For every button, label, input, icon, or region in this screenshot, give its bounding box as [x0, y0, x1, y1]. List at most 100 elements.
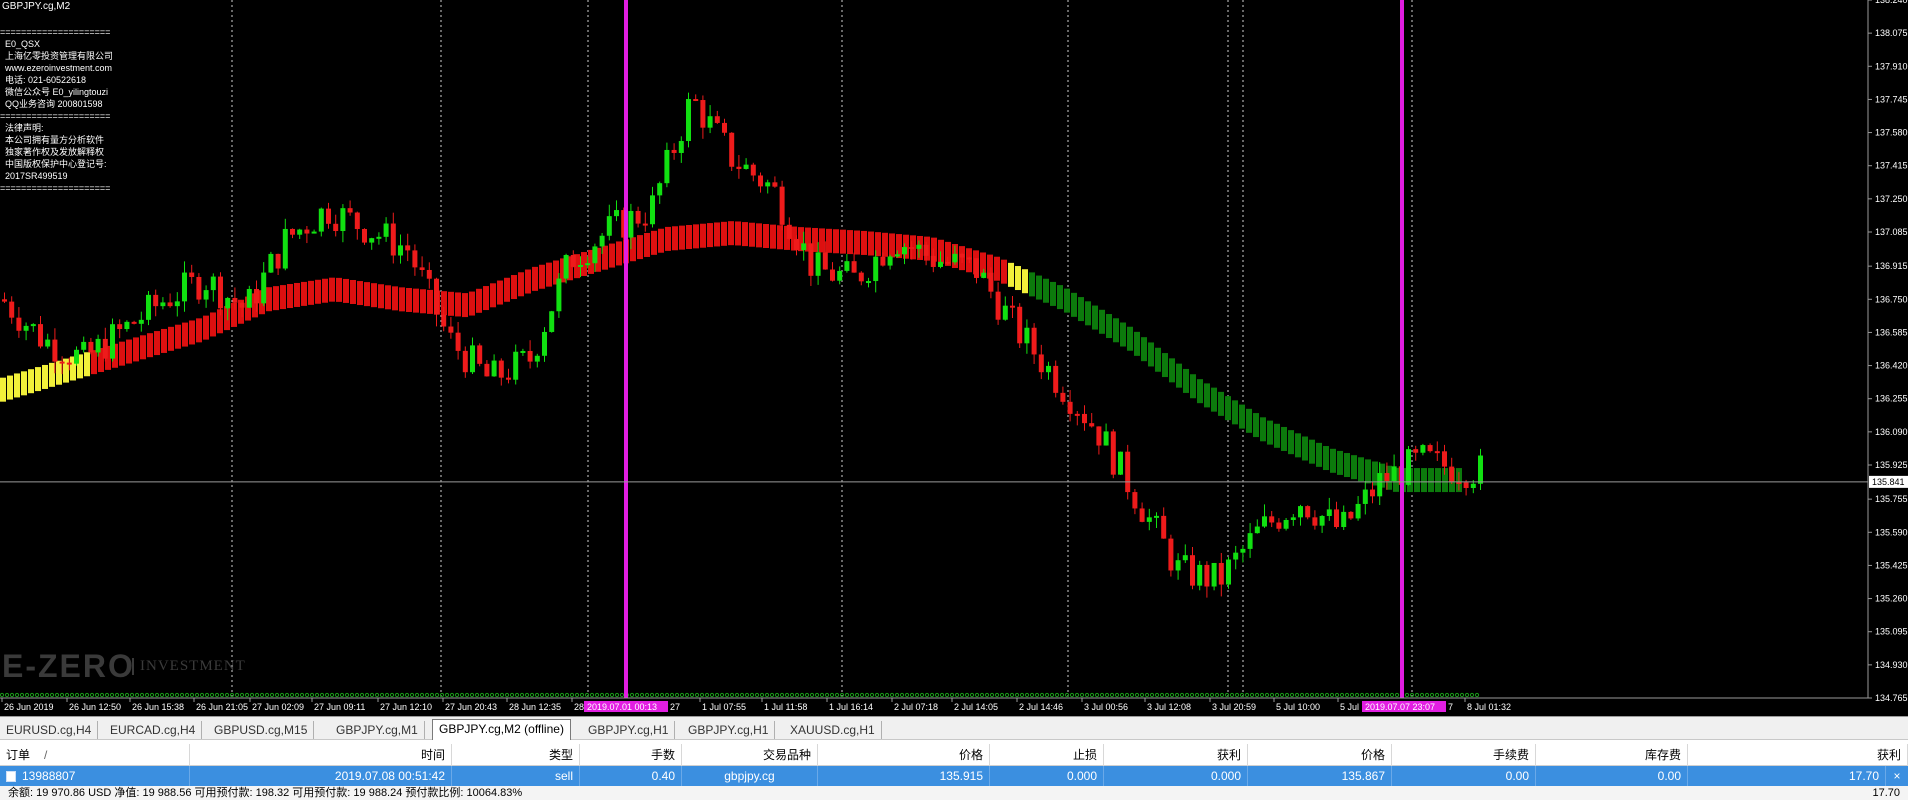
column-header[interactable]: 获利 [1688, 744, 1908, 766]
ma-block [399, 287, 405, 312]
candle-body [1002, 305, 1008, 320]
price-chart[interactable]: 138.240 138.075 137.910 137.745 137.580 137.4… [0, 0, 1908, 716]
signal-dot [1084, 692, 1090, 698]
signal-dot [94, 692, 100, 698]
info-line: E0_QSX [0, 39, 41, 49]
signal-dot [824, 692, 830, 698]
candle-body [1470, 483, 1476, 488]
signal-dot [954, 692, 960, 698]
signal-dot [754, 692, 760, 698]
signal-dot [1169, 692, 1175, 698]
candle-body [1067, 401, 1073, 414]
signal-dot [1129, 692, 1135, 698]
order-row[interactable]: 13988807 2019.07.08 00:51:42 sell 0.40 gbpjp… [0, 766, 1908, 786]
candle-body [556, 278, 562, 312]
candle-body [1413, 449, 1419, 453]
price-tick-label: 136.915 [1875, 261, 1908, 271]
signal-dot [299, 692, 305, 698]
ma-block [315, 279, 321, 304]
candle-body [736, 166, 742, 169]
column-header[interactable]: 价格 [818, 744, 990, 766]
candle-body [974, 258, 979, 278]
ma-block [56, 360, 62, 385]
order-cell-value: sell [554, 769, 573, 783]
candle-body [1420, 445, 1426, 453]
signal-dot [269, 692, 275, 698]
ma-block [532, 266, 538, 291]
column-header[interactable]: 价格 [1248, 744, 1392, 766]
chart-tab[interactable]: EURCAD.cg,H4 [104, 721, 203, 739]
candle-body [894, 254, 900, 257]
info-line: ===================== [0, 111, 111, 121]
signal-dot [264, 692, 270, 698]
signal-dot [324, 692, 330, 698]
signal-dot [224, 692, 230, 698]
ma-block [1232, 400, 1238, 425]
chart-tab[interactable]: GBPJPY.cg,H1 [682, 721, 776, 739]
chart-tab[interactable]: EURUSD.cg,H4 [0, 721, 99, 739]
column-header[interactable]: 库存费 [1536, 744, 1688, 766]
price-tick-label: 135.095 [1875, 627, 1908, 637]
candle-body [153, 294, 159, 307]
signal-dot [559, 692, 565, 698]
signal-dot [1464, 692, 1470, 698]
candle-body [844, 261, 850, 271]
price-tick-label: 137.415 [1875, 161, 1908, 171]
column-header-label: 订单 [6, 748, 31, 762]
candle-body [477, 345, 483, 364]
column-header[interactable]: 获利 [1104, 744, 1248, 766]
ma-block [735, 221, 741, 246]
column-header[interactable]: 止损 [990, 744, 1104, 766]
candle-body [657, 183, 663, 196]
chart-tab[interactable]: GBPJPY.cg,M2 (offline) [432, 719, 571, 741]
balance-text: 余额: 19 970.86 USD 净值: 19 988.56 可用预付款: 1… [8, 787, 523, 799]
ma-block [147, 333, 153, 358]
signal-dot [829, 692, 835, 698]
ma-block [7, 375, 13, 400]
signal-dot [364, 692, 370, 698]
ma-block [1253, 413, 1259, 438]
chart-tab[interactable]: GBPUSD.cg,M15 [208, 721, 315, 739]
candle-body [1362, 489, 1368, 504]
signal-dot [1364, 692, 1370, 698]
signal-dot [604, 692, 610, 698]
ma-block [406, 287, 412, 312]
signal-dot [19, 692, 25, 698]
chart-tab[interactable]: GBPJPY.cg,H1 [582, 721, 676, 739]
candle-body [1391, 466, 1397, 482]
signal-dot [284, 692, 290, 698]
ma-block [1211, 387, 1217, 412]
column-header[interactable]: 时间 [190, 744, 452, 766]
column-header[interactable]: 手续费 [1392, 744, 1536, 766]
signal-dot [59, 692, 65, 698]
column-header-label: 获利 [1876, 748, 1901, 762]
candle-body [664, 149, 670, 184]
chart-tab[interactable]: GBPJPY.cg,M1 [330, 721, 425, 739]
column-header[interactable]: 手数 [580, 744, 682, 766]
column-header[interactable]: 类型 [452, 744, 580, 766]
signal-dot [259, 692, 265, 698]
signal-dot [614, 692, 620, 698]
signal-dot [654, 692, 660, 698]
signal-dot [1264, 692, 1270, 698]
candle-body [1082, 413, 1087, 424]
candle-body [909, 247, 915, 250]
ma-block [840, 229, 846, 254]
signal-dot [1144, 692, 1150, 698]
price-tick-label: 135.590 [1875, 527, 1908, 537]
chart-tab[interactable]: XAUUSD.cg,H1 [784, 721, 882, 739]
signal-dot [339, 692, 345, 698]
column-header[interactable]: 订单 / [0, 744, 190, 766]
candle-body [1211, 562, 1217, 587]
chart-area[interactable]: 138.240 138.075 137.910 137.745 137.580 137.4… [0, 0, 1908, 716]
signal-dot [594, 692, 600, 698]
signal-dot [1184, 692, 1190, 698]
close-order-icon[interactable]: × [1886, 766, 1908, 786]
candle-body [534, 355, 540, 362]
order-cell-value: 135.867 [1341, 769, 1385, 783]
signal-dot [244, 692, 250, 698]
ma-block [1295, 433, 1301, 458]
candle-body [45, 339, 51, 347]
column-header[interactable]: 交易品种 [682, 744, 818, 766]
signal-dot [209, 692, 215, 698]
